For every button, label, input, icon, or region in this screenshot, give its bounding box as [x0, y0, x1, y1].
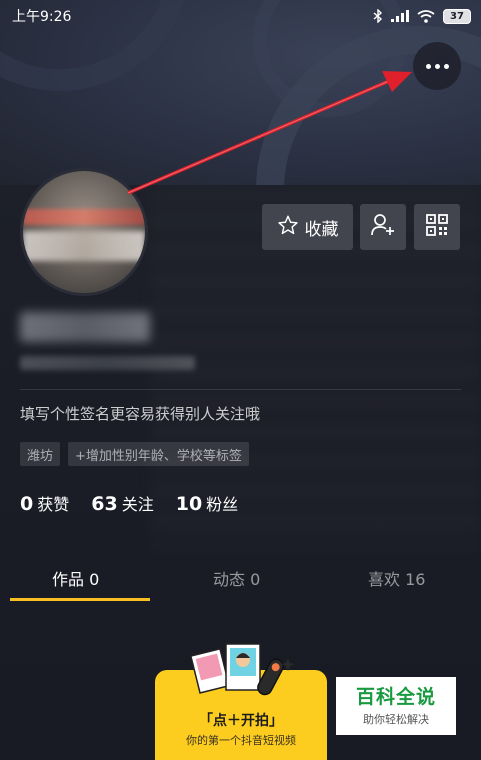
divider [20, 389, 461, 390]
likes-label: 获赞 [37, 495, 70, 514]
more-options-button[interactable] [413, 42, 461, 90]
following-label: 关注 [121, 495, 154, 514]
more-icon-dot [443, 63, 449, 69]
favorites-label: 收藏 [304, 219, 339, 240]
status-icons: 37 [373, 8, 471, 24]
qr-code-button[interactable] [414, 204, 460, 250]
start-shooting-subtitle: 你的第一个抖音短视频 [186, 734, 296, 747]
bluetooth-icon [373, 9, 383, 23]
more-icon-dot [434, 63, 440, 69]
tab-works[interactable]: 作品 0 [52, 566, 99, 590]
username-blurred [20, 312, 150, 342]
watermark-title: 百科全说 [355, 686, 436, 708]
followers-label: 粉丝 [206, 495, 239, 514]
watermark-logo: 百科全说 助你轻松解决 [336, 677, 456, 735]
status-bar: 上午9:26 37 [0, 0, 481, 32]
likes-stat[interactable]: 0 获赞 [20, 491, 69, 515]
add-friend-button[interactable] [360, 204, 406, 250]
avatar-image-detail [23, 209, 145, 225]
watermark-subtitle: 助你轻松解决 [363, 713, 429, 726]
add-friend-icon [370, 212, 396, 242]
favorites-button[interactable]: 收藏 [262, 204, 353, 250]
user-id-blurred [20, 356, 195, 370]
battery-level: 37 [450, 10, 464, 22]
status-time: 上午9:26 [12, 9, 72, 25]
signal-icon [391, 10, 409, 22]
active-tab-indicator [10, 598, 150, 601]
wifi-icon [417, 9, 435, 23]
star-icon [277, 214, 299, 241]
followers-count: 10 [175, 493, 203, 515]
add-tag-button[interactable]: +增加性别年龄、学校等标签 [68, 442, 249, 466]
more-icon-dot [425, 63, 431, 69]
avatar-image-detail [23, 231, 145, 261]
camera-illustration-icon [190, 643, 295, 696]
avatar[interactable] [20, 168, 148, 296]
start-shooting-title: 「点＋开拍」 [199, 713, 283, 729]
followers-stat[interactable]: 10 粉丝 [176, 491, 238, 515]
tab-likes[interactable]: 喜欢 16 [368, 566, 425, 590]
profile-tabs: 作品 0 动态 0 喜欢 16 [0, 560, 481, 602]
profile-stats: 0 获赞 63 关注 10 粉丝 [20, 491, 238, 515]
following-count: 63 [91, 493, 118, 515]
qr-code-icon [425, 213, 449, 241]
likes-count: 0 [20, 493, 34, 515]
tab-activity[interactable]: 动态 0 [213, 566, 260, 590]
bio-text[interactable]: 填写个性签名更容易获得别人关注哦 [20, 403, 260, 424]
following-stat[interactable]: 63 关注 [91, 491, 153, 515]
battery-icon: 37 [443, 8, 471, 24]
location-tag[interactable]: 潍坊 [20, 442, 61, 466]
